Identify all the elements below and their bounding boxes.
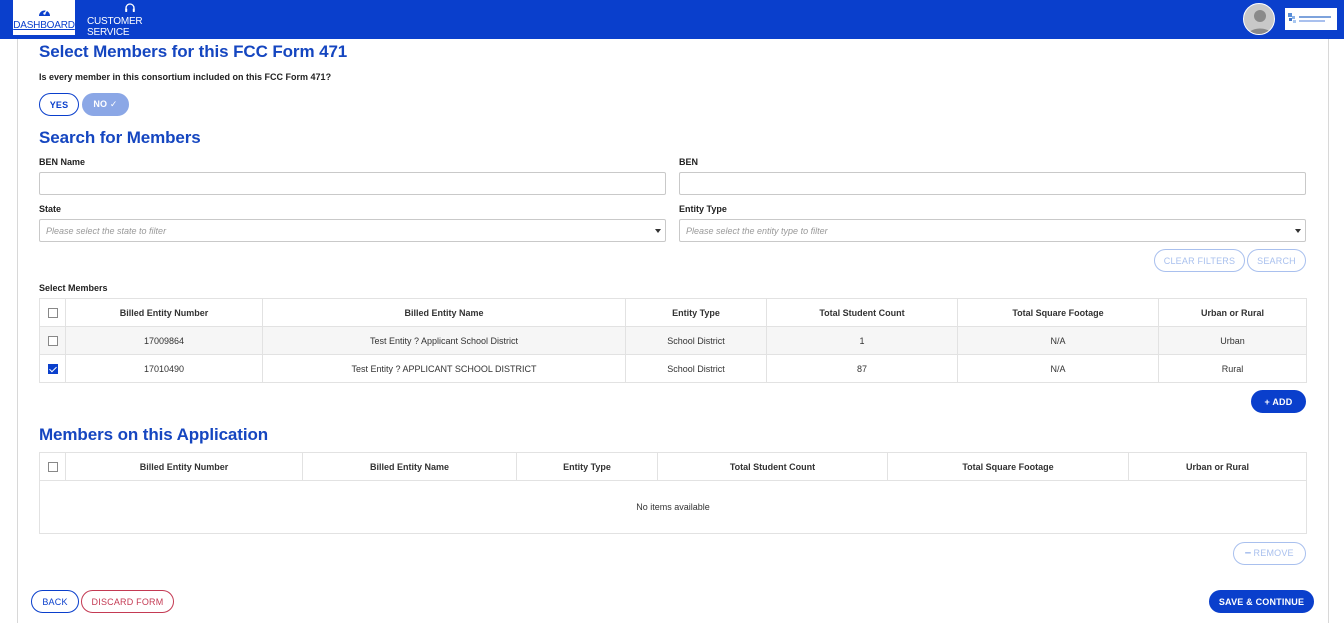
entity-type-select[interactable]: Please select the entity type to filter (679, 219, 1306, 242)
search-members-title: Search for Members (39, 128, 201, 147)
state-label: State (39, 204, 62, 214)
urban-rural-cell: Rural (1158, 354, 1307, 383)
row-checkbox[interactable] (47, 335, 58, 346)
dashboard-gauge-icon (37, 5, 51, 19)
row-select-cell (39, 326, 66, 355)
back-button[interactable]: BACK (31, 590, 79, 613)
ben-name-label: BEN Name (39, 157, 86, 167)
entity-name-cell: Test Entity ? Applicant School District (262, 326, 626, 355)
student-count-cell: 87 (766, 354, 958, 383)
nav-tab-dashboard[interactable]: DASHBOARD (13, 0, 75, 35)
column-header[interactable]: Total Student Count (657, 452, 888, 481)
discard-form-button[interactable]: DISCARD FORM (81, 590, 174, 613)
column-header[interactable]: Entity Type (516, 452, 658, 481)
add-button[interactable]: + ADD (1251, 390, 1306, 413)
user-silhouette-icon (1248, 10, 1272, 34)
entity-type-select-placeholder: Please select the entity type to filter (686, 225, 828, 236)
headset-icon (123, 1, 137, 15)
empty-row: No items available (39, 480, 1307, 534)
top-navbar: DASHBOARD CUSTOMER SERVICE (0, 0, 1344, 39)
select-members-label: Select Members (39, 283, 108, 293)
column-header[interactable]: Urban or Rural (1158, 298, 1307, 327)
column-header[interactable]: Total Student Count (766, 298, 958, 327)
caret-down-icon (1295, 229, 1301, 233)
column-header[interactable]: Total Square Footage (887, 452, 1129, 481)
column-header[interactable]: Billed Entity Name (302, 452, 517, 481)
nav-tab-label: DASHBOARD (13, 19, 75, 31)
urban-rural-cell: Urban (1158, 326, 1307, 355)
select-members-title: Select Members for this FCC Form 471 (39, 42, 348, 61)
state-select-placeholder: Please select the state to filter (46, 225, 167, 236)
select-members-table: Billed Entity Number Billed Entity Name … (39, 298, 1307, 383)
square-footage-cell: N/A (957, 326, 1159, 355)
remove-button[interactable]: ━ REMOVE (1233, 542, 1306, 565)
table-header-row: Billed Entity Number Billed Entity Name … (39, 452, 1307, 481)
ben-cell: 17010490 (65, 354, 263, 383)
usac-logo-icon (1288, 13, 1331, 23)
ben-cell: 17009864 (65, 326, 263, 355)
content-frame-left (17, 39, 18, 623)
entity-type-cell: School District (625, 354, 767, 383)
select-all-cell (39, 452, 66, 481)
nav-tab-label: CUSTOMER SERVICE (87, 16, 143, 38)
usac-logo (1285, 8, 1337, 30)
entity-type-label: Entity Type (679, 204, 727, 214)
entity-name-cell: Test Entity ? APPLICANT SCHOOL DISTRICT (262, 354, 626, 383)
ben-name-input[interactable] (39, 172, 666, 195)
yes-button[interactable]: YES (39, 93, 79, 116)
clear-filters-button[interactable]: CLEAR FILTERS (1154, 249, 1245, 272)
student-count-cell: 1 (766, 326, 958, 355)
search-button[interactable]: SEARCH (1247, 249, 1306, 272)
row-checkbox-checked[interactable] (47, 363, 58, 374)
select-all-checkbox[interactable] (47, 461, 58, 472)
table-row[interactable]: 17009864 Test Entity ? Applicant School … (39, 326, 1307, 355)
save-continue-button[interactable]: SAVE & CONTINUE (1209, 590, 1314, 613)
consortium-question: Is every member in this consortium inclu… (39, 72, 332, 82)
caret-down-icon (655, 229, 661, 233)
column-header[interactable]: Billed Entity Name (262, 298, 626, 327)
nav-tab-customer-service[interactable]: CUSTOMER SERVICE (87, 0, 173, 39)
ben-label: BEN (679, 157, 699, 167)
column-header[interactable]: Urban or Rural (1128, 452, 1307, 481)
application-members-title: Members on this Application (39, 425, 269, 444)
row-select-cell (39, 354, 66, 383)
column-header[interactable]: Entity Type (625, 298, 767, 327)
table-header-row: Billed Entity Number Billed Entity Name … (39, 298, 1307, 327)
content-frame-right (1328, 39, 1329, 623)
column-header[interactable]: Total Square Footage (957, 298, 1159, 327)
user-avatar[interactable] (1243, 3, 1275, 35)
application-members-table: Billed Entity Number Billed Entity Name … (39, 452, 1307, 534)
select-all-checkbox[interactable] (47, 307, 58, 318)
entity-type-cell: School District (625, 326, 767, 355)
state-select[interactable]: Please select the state to filter (39, 219, 666, 242)
column-header[interactable]: Billed Entity Number (65, 452, 303, 481)
select-all-cell (39, 298, 66, 327)
table-row[interactable]: 17010490 Test Entity ? APPLICANT SCHOOL … (39, 354, 1307, 383)
no-button[interactable]: NO ✓ (82, 93, 129, 116)
square-footage-cell: N/A (957, 354, 1159, 383)
empty-message: No items available (39, 480, 1307, 534)
ben-input[interactable] (679, 172, 1306, 195)
column-header[interactable]: Billed Entity Number (65, 298, 263, 327)
